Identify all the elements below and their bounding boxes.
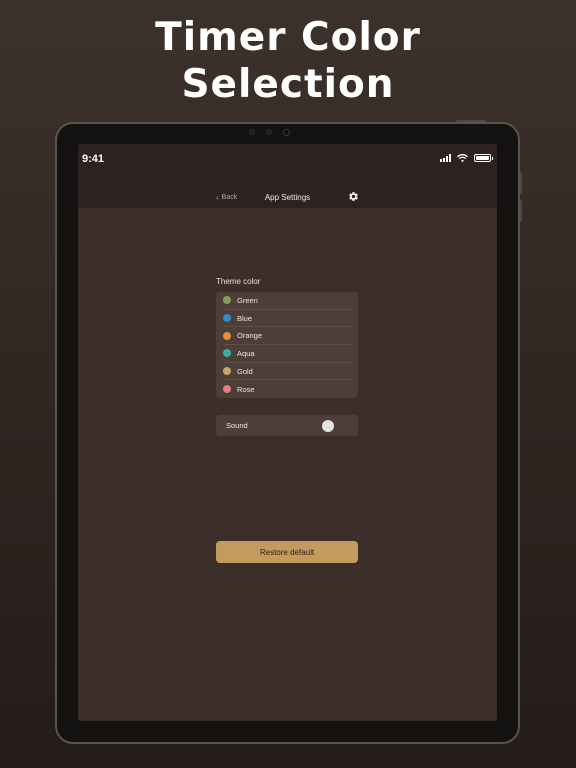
restore-default-button[interactable]: Restore default: [216, 541, 358, 563]
sensor-dot: [266, 129, 272, 135]
battery-icon: [474, 154, 493, 162]
wifi-icon: [457, 154, 468, 162]
sound-label: Sound: [226, 421, 248, 430]
color-swatch: [223, 314, 231, 323]
sensor-dot: [249, 129, 255, 135]
status-time: 9:41: [82, 153, 105, 165]
promo-headline-line1: Timer Color: [155, 15, 421, 60]
color-swatch: [223, 385, 231, 394]
promo-headline-line2: Selection: [181, 62, 395, 107]
theme-color-label: Theme color: [216, 277, 261, 286]
theme-option-label: Aqua: [237, 348, 255, 358]
theme-option-gold[interactable]: Gold: [223, 363, 352, 381]
color-swatch: [223, 367, 231, 376]
sound-toggle[interactable]: [322, 418, 348, 433]
toggle-knob: [322, 419, 334, 432]
app-screen: 9:41 ‹ Back App Settings Theme color Gre…: [78, 144, 497, 721]
cellular-signal-icon: [440, 154, 451, 162]
color-swatch: [223, 296, 231, 305]
theme-color-list: Green Blue Orange Aqua Gold Rose: [216, 292, 358, 398]
promo-headline: Timer Color Selection: [0, 14, 576, 108]
theme-option-label: Gold: [237, 366, 253, 376]
front-camera: [283, 129, 290, 136]
back-button[interactable]: ‹ Back: [216, 193, 237, 202]
theme-option-label: Blue: [237, 313, 253, 323]
theme-option-label: Rose: [237, 384, 255, 394]
gear-icon[interactable]: [348, 191, 359, 202]
top-bar: [78, 144, 497, 208]
color-swatch: [223, 349, 231, 358]
theme-option-aqua[interactable]: Aqua: [223, 345, 352, 363]
theme-option-rose[interactable]: Rose: [223, 380, 352, 398]
status-icons: [440, 154, 493, 162]
theme-option-label: Orange: [237, 331, 263, 341]
sound-setting-row: Sound: [216, 415, 358, 436]
theme-option-green[interactable]: Green: [223, 292, 352, 310]
chevron-left-icon: ‹: [216, 193, 219, 202]
theme-option-orange[interactable]: Orange: [223, 327, 352, 346]
theme-option-blue[interactable]: Blue: [223, 310, 352, 328]
theme-option-label: Green: [237, 295, 258, 305]
color-swatch: [223, 331, 231, 340]
back-label: Back: [221, 194, 238, 201]
